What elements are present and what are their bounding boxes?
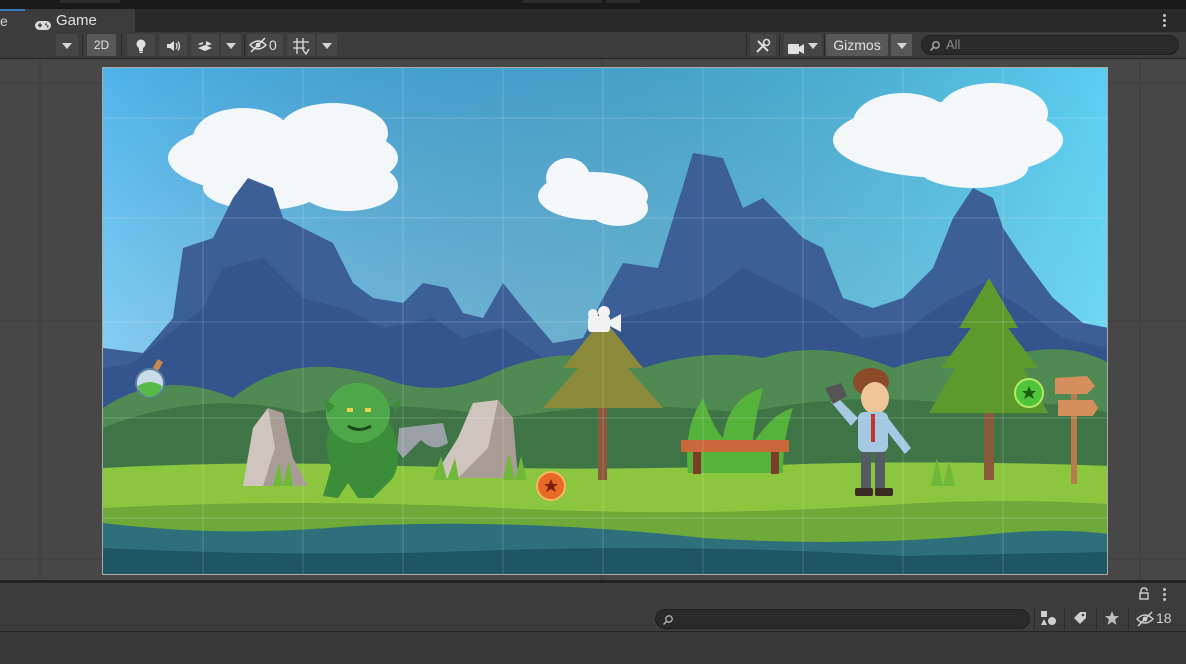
tab-game[interactable]: Game bbox=[25, 9, 135, 32]
coin-green bbox=[1014, 378, 1044, 408]
editor-top-strip bbox=[0, 0, 1186, 9]
mode-2d-toggle[interactable]: 2D bbox=[87, 34, 116, 56]
lightbulb-icon bbox=[134, 37, 148, 54]
project-search-input[interactable] bbox=[655, 609, 1030, 629]
project-panel-body bbox=[0, 632, 1186, 664]
lock-icon[interactable] bbox=[1138, 587, 1150, 603]
toolbar-separator bbox=[1128, 607, 1129, 629]
game-scene-artwork bbox=[103, 68, 1107, 574]
hidden-objects-count: 0 bbox=[269, 37, 277, 53]
window-tab-bar: e Game bbox=[0, 9, 1186, 32]
toolbar-separator bbox=[746, 34, 747, 56]
audio-toggle[interactable] bbox=[159, 34, 187, 56]
toolbar-separator bbox=[1096, 607, 1097, 629]
tab-scene-label: e bbox=[0, 13, 8, 29]
grid-icon bbox=[292, 37, 310, 56]
scene-visibility-toggle[interactable]: 0 bbox=[247, 34, 283, 56]
toolbar-separator bbox=[244, 34, 245, 56]
kebab-menu-icon[interactable] bbox=[1163, 14, 1167, 29]
effects-icon bbox=[197, 37, 213, 53]
draw-mode-dropdown[interactable] bbox=[56, 34, 78, 56]
kebab-menu-icon[interactable] bbox=[1163, 588, 1167, 603]
toolbar-fragment bbox=[606, 0, 640, 3]
toolbar-separator bbox=[121, 34, 122, 56]
visibility-off-icon[interactable] bbox=[1136, 611, 1154, 630]
asset-type-filter-icon[interactable] bbox=[1040, 610, 1056, 629]
toolbar-separator bbox=[824, 34, 825, 56]
grid-dropdown[interactable] bbox=[317, 34, 337, 56]
chevron-down-icon bbox=[322, 43, 332, 50]
tab-scene[interactable]: e bbox=[0, 9, 25, 32]
toolbar-separator bbox=[779, 34, 780, 56]
coin-orange bbox=[536, 471, 566, 501]
gizmos-label: Gizmos bbox=[833, 37, 881, 53]
toolbar-separator bbox=[1034, 607, 1035, 629]
grid-toggle[interactable] bbox=[287, 34, 315, 56]
gizmos-button[interactable]: Gizmos bbox=[826, 34, 888, 56]
toolbar-fragment bbox=[60, 0, 120, 3]
search-icon bbox=[929, 39, 941, 57]
hidden-packages-count: 18 bbox=[1156, 610, 1172, 626]
tools-icon bbox=[755, 37, 771, 54]
scene-toolbar: 2D 0 Gizmos All bbox=[0, 32, 1186, 59]
effects-dropdown[interactable] bbox=[221, 34, 241, 56]
star-icon[interactable] bbox=[1104, 610, 1120, 629]
label-filter-icon[interactable] bbox=[1072, 610, 1088, 629]
effects-toggle[interactable] bbox=[191, 34, 219, 56]
visibility-off-icon bbox=[249, 37, 267, 59]
gizmos-dropdown[interactable] bbox=[891, 34, 912, 56]
toolbar-fragment bbox=[522, 0, 602, 3]
chevron-down-icon bbox=[808, 43, 818, 50]
chevron-down-icon bbox=[226, 43, 236, 50]
tab-game-label: Game bbox=[56, 12, 97, 29]
lighting-toggle[interactable] bbox=[127, 34, 155, 56]
mode-2d-label: 2D bbox=[93, 38, 110, 52]
toolbar-separator bbox=[1064, 607, 1065, 629]
camera-settings-button[interactable] bbox=[784, 34, 822, 56]
scene-search-placeholder: All bbox=[946, 37, 961, 52]
audio-icon bbox=[165, 37, 181, 53]
chevron-down-icon bbox=[896, 43, 907, 50]
toolbar-separator bbox=[82, 34, 83, 56]
project-toolbar: 18 bbox=[0, 605, 1186, 632]
search-icon bbox=[662, 613, 674, 631]
chevron-down-icon bbox=[62, 43, 72, 50]
tools-button[interactable] bbox=[750, 34, 776, 56]
project-panel-header bbox=[0, 583, 1186, 605]
scene-search-input[interactable]: All bbox=[921, 35, 1179, 55]
scene-view[interactable] bbox=[0, 59, 1186, 580]
camera-icon bbox=[787, 39, 805, 61]
game-view-frame[interactable] bbox=[102, 67, 1108, 575]
